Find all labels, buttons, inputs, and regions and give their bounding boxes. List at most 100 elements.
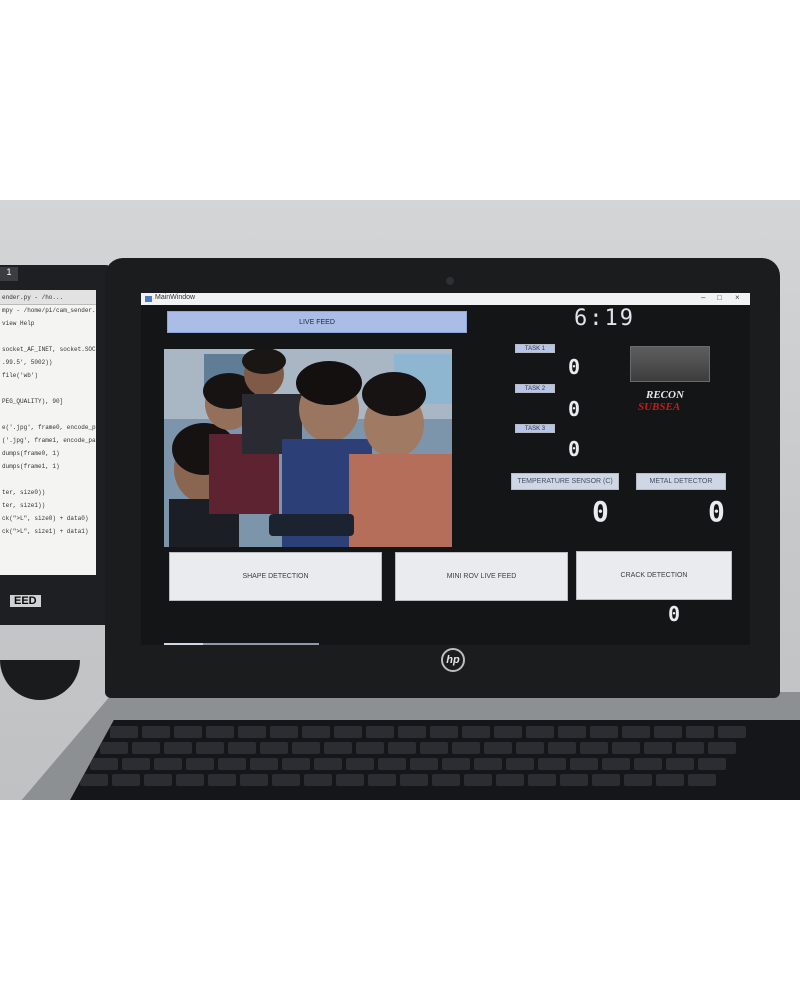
code-line: mpy - /home/pi/cam_sender.py (3.5: [2, 307, 96, 314]
keyboard-key: [516, 742, 544, 754]
code-line: dumps(frame1, 1): [2, 463, 60, 470]
metal-detector-value: 0: [708, 495, 725, 528]
left-monitor: ender.py - /ho... mpy - /home/pi/cam_send…: [0, 265, 110, 625]
keyboard-key: [206, 726, 234, 738]
temperature-value: 0: [592, 495, 609, 528]
keyboard-key: [292, 742, 320, 754]
keyboard-key: [240, 774, 268, 786]
keyboard-key: [368, 774, 396, 786]
keyboard-key: [432, 774, 460, 786]
keyboard-key: [644, 742, 672, 754]
keyboard-key: [80, 774, 108, 786]
code-line: dumps(frame0, 1): [2, 450, 60, 457]
close-icon[interactable]: ×: [735, 293, 740, 302]
crack-detection-value: 0: [668, 602, 681, 626]
keyboard-key: [592, 774, 620, 786]
keyboard-key: [686, 726, 714, 738]
keyboard-key: [452, 742, 480, 754]
keyboard-key: [526, 726, 554, 738]
keyboard-key: [580, 742, 608, 754]
keyboard-key: [334, 726, 362, 738]
keyboard-key: [346, 758, 374, 770]
shape-detection-button[interactable]: SHAPE DETECTION: [169, 552, 382, 601]
video-frame: [164, 349, 452, 547]
code-line: ck(">L", size0) + data0): [2, 515, 89, 522]
app-body: LIVE FEED 6:19 TASK 1 0 TASK 2 0 TASK 3 …: [141, 305, 750, 645]
clock-display: 6:19: [574, 306, 635, 331]
code-line: ter, size0)): [2, 489, 46, 496]
code-line: e('.jpg', frame0, encode_param): [2, 424, 96, 431]
crack-detection-button[interactable]: CRACK DETECTION: [576, 551, 732, 600]
keyboard-key: [336, 774, 364, 786]
keyboard-key: [144, 774, 172, 786]
keyboard-key: [698, 758, 726, 770]
logo-line-2: SUBSEA: [638, 401, 681, 413]
keyboard-key: [388, 742, 416, 754]
keyboard-key: [122, 758, 150, 770]
keyboard-key: [420, 742, 448, 754]
code-line: ck(">L", size1) + data1): [2, 528, 89, 535]
task-2-value: 0: [568, 397, 581, 421]
task-1-button[interactable]: TASK 1: [515, 344, 555, 353]
keyboard-key: [400, 774, 428, 786]
keyboard-key: [366, 726, 394, 738]
minimize-icon[interactable]: –: [701, 293, 705, 302]
task-2-button[interactable]: TASK 2: [515, 384, 555, 393]
photo-background: ender.py - /ho... mpy - /home/pi/cam_send…: [0, 200, 800, 800]
keyboard-key: [634, 758, 662, 770]
webcam: [446, 277, 454, 285]
laptop-screen: MainWindow – □ × LIVE FEED 6:19 TASK 1 0…: [141, 293, 750, 645]
keyboard-key: [356, 742, 384, 754]
code-line: PEG_QUALITY), 90]: [2, 398, 64, 405]
monitor-brand-label: EED: [10, 595, 41, 607]
keyboard-key: [142, 726, 170, 738]
keyboard-key: [528, 774, 556, 786]
keyboard-key: [538, 758, 566, 770]
keyboard-key: [250, 758, 278, 770]
code-line: socket_AF_INET, socket.SOCK_STR: [2, 346, 96, 353]
keyboard-key: [208, 774, 236, 786]
keyboard-key: [196, 742, 224, 754]
temperature-sensor-button[interactable]: TEMPERATURE SENSOR (C): [511, 473, 619, 490]
keyboard-key: [506, 758, 534, 770]
window-titlebar: MainWindow – □ ×: [141, 293, 750, 305]
keyboard-key: [132, 742, 160, 754]
hp-logo: hp: [441, 648, 465, 672]
metal-detector-button[interactable]: METAL DETECTOR: [636, 473, 726, 490]
keyboard-key: [238, 726, 266, 738]
keyboard-key: [496, 774, 524, 786]
maximize-icon[interactable]: □: [717, 293, 722, 302]
keyboard-key: [302, 726, 330, 738]
keyboard-key: [282, 758, 310, 770]
progress-fill: [164, 643, 203, 645]
keyboard-key: [176, 774, 204, 786]
keyboard-key: [624, 774, 652, 786]
monitor-stand: [0, 660, 80, 700]
mini-rov-live-feed-button[interactable]: MINI ROV LIVE FEED: [395, 552, 568, 601]
keyboard-key: [442, 758, 470, 770]
keyboard-key: [560, 774, 588, 786]
keyboard-key: [186, 758, 214, 770]
keyboard-key: [462, 726, 490, 738]
live-feed-button[interactable]: LIVE FEED: [167, 311, 467, 333]
keyboard-key: [654, 726, 682, 738]
keyboard-key: [656, 774, 684, 786]
task-1-value: 0: [568, 355, 581, 379]
task-3-button[interactable]: TASK 3: [515, 424, 555, 433]
keyboard-key: [174, 726, 202, 738]
monitor-screen: ender.py - /ho... mpy - /home/pi/cam_send…: [0, 290, 96, 575]
keyboard-key: [708, 742, 736, 754]
code-line: .99.5', 5002)): [2, 359, 53, 366]
keyboard-key: [228, 742, 256, 754]
window-app-icon: [145, 296, 152, 302]
keyboard-key: [110, 726, 138, 738]
rov-image: [630, 346, 710, 382]
keyboard-key: [100, 742, 128, 754]
keyboard-key: [494, 726, 522, 738]
keyboard-key: [718, 726, 746, 738]
keyboard-key: [622, 726, 650, 738]
code-line: ('.jpg', frame1, encode_param): [2, 437, 96, 444]
keyboard-key: [304, 774, 332, 786]
keyboard-key: [272, 774, 300, 786]
keyboard-key: [612, 742, 640, 754]
